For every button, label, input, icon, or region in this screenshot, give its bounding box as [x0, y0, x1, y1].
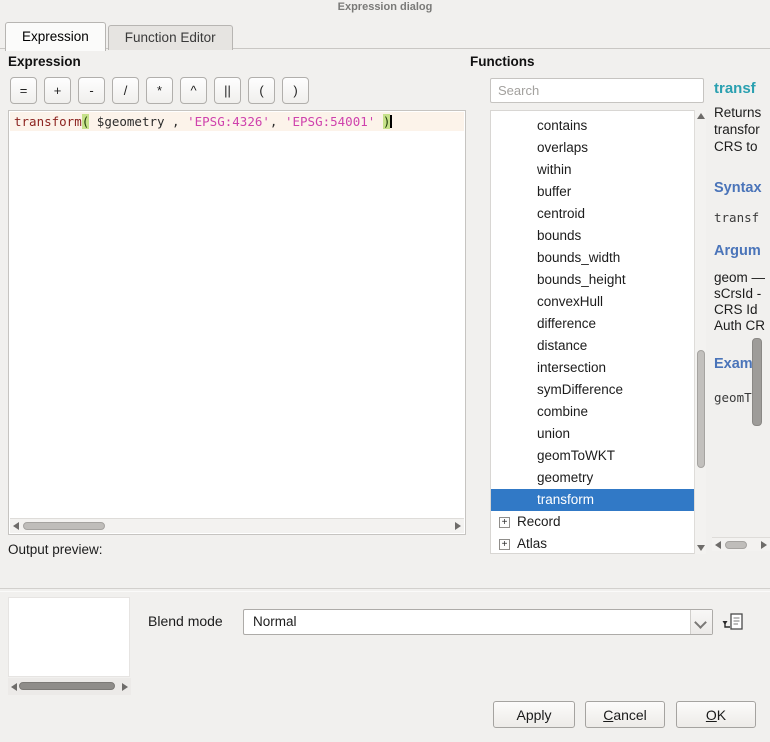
- help-text-line: sCrsId -: [714, 286, 765, 302]
- scroll-left-icon[interactable]: [11, 683, 17, 691]
- expression-dialog: Expression dialog Expression Function Ed…: [0, 0, 770, 742]
- function-list-item[interactable]: geometry: [491, 467, 695, 489]
- code-argument: $geometry ,: [89, 114, 187, 129]
- function-list-item[interactable]: geomToWKT: [491, 445, 695, 467]
- function-list-item[interactable]: combine: [491, 401, 695, 423]
- operator-button[interactable]: *: [146, 77, 173, 104]
- help-hscrollbar[interactable]: [712, 537, 770, 551]
- code-separator: ,: [270, 114, 285, 129]
- function-list-item[interactable]: within: [491, 159, 695, 181]
- code-string-2: 'EPSG:54001': [285, 114, 375, 129]
- help-text-line: Returns: [714, 104, 761, 121]
- text-cursor: [390, 115, 392, 128]
- expand-plus-icon[interactable]: +: [499, 539, 510, 550]
- operator-button[interactable]: -: [78, 77, 105, 104]
- help-example-code: geomT: [714, 390, 752, 405]
- function-list-item[interactable]: convexHull: [491, 291, 695, 313]
- preview-hscrollbar[interactable]: [8, 678, 131, 695]
- symbol-preview: [8, 597, 130, 677]
- chevron-down-icon: [694, 616, 707, 629]
- ok-button[interactable]: OK: [676, 701, 756, 728]
- function-list-item[interactable]: intersection: [491, 357, 695, 379]
- function-list-item[interactable]: symDifference: [491, 379, 695, 401]
- scroll-left-icon[interactable]: [13, 522, 19, 530]
- apply-button[interactable]: Apply: [493, 701, 575, 728]
- function-list[interactable]: containsoverlapswithinbuffercentroidboun…: [490, 110, 706, 554]
- function-list-item[interactable]: bounds_width: [491, 247, 695, 269]
- operator-button[interactable]: ^: [180, 77, 207, 104]
- operator-button[interactable]: /: [112, 77, 139, 104]
- tab-function-editor[interactable]: Function Editor: [108, 25, 233, 50]
- operator-button[interactable]: =: [10, 77, 37, 104]
- help-text-line: CRS to: [714, 138, 761, 155]
- help-description: ReturnstransforCRS to: [714, 104, 761, 155]
- scroll-right-icon[interactable]: [761, 541, 767, 549]
- section-divider: [0, 588, 770, 592]
- search-input[interactable]: [490, 78, 704, 103]
- function-list-item[interactable]: overlaps: [491, 137, 695, 159]
- blend-mode-label: Blend mode: [148, 613, 223, 629]
- data-defined-override-button[interactable]: [722, 610, 746, 634]
- function-list-scroll-thumb[interactable]: [697, 350, 705, 468]
- help-syntax-code: transf: [714, 210, 759, 225]
- help-text-line: geom —: [714, 270, 765, 286]
- function-list-item[interactable]: bounds: [491, 225, 695, 247]
- function-list-item[interactable]: contains: [491, 115, 695, 137]
- function-list-item[interactable]: buffer: [491, 181, 695, 203]
- help-text-line: transfor: [714, 121, 761, 138]
- help-text-line: CRS Id: [714, 302, 765, 318]
- blend-mode-value: Normal: [253, 610, 297, 634]
- window-title: Expression dialog: [0, 1, 770, 13]
- editor-hscrollbar[interactable]: [10, 518, 464, 533]
- preview-hscroll-thumb[interactable]: [19, 682, 115, 690]
- function-list-item[interactable]: centroid: [491, 203, 695, 225]
- help-syntax-heading: Syntax: [714, 180, 762, 196]
- operator-toolbar: = +-/ * ^ || (): [10, 77, 309, 104]
- code-space: [375, 114, 383, 129]
- operator-button[interactable]: +: [44, 77, 71, 104]
- combobox-drop-section[interactable]: [690, 610, 712, 634]
- blend-mode-combobox[interactable]: Normal: [243, 609, 713, 635]
- help-vscroll-thumb[interactable]: [752, 338, 762, 426]
- scroll-down-icon[interactable]: [697, 545, 705, 551]
- help-text-line: Auth CR: [714, 318, 765, 334]
- help-arguments: geom —sCrsId -CRS IdAuth CR: [714, 270, 765, 334]
- function-list-item[interactable]: difference: [491, 313, 695, 335]
- function-group-label: Record: [517, 511, 561, 533]
- function-list-scrollbar[interactable]: [694, 110, 706, 554]
- help-arguments-heading: Argum: [714, 243, 761, 259]
- function-group-label: Atlas: [517, 533, 547, 554]
- function-list-item[interactable]: transform: [491, 489, 695, 511]
- scroll-up-icon[interactable]: [697, 113, 705, 119]
- code-close-paren: ): [383, 114, 391, 129]
- help-hscroll-thumb[interactable]: [725, 541, 747, 549]
- expression-code-line: transform( $geometry , 'EPSG:4326', 'EPS…: [10, 112, 464, 131]
- scroll-left-icon[interactable]: [715, 541, 721, 549]
- operator-button[interactable]: ||: [214, 77, 241, 104]
- tab-expression[interactable]: Expression: [5, 22, 106, 51]
- editor-hscroll-thumb[interactable]: [23, 522, 105, 530]
- expression-editor[interactable]: transform( $geometry , 'EPSG:4326', 'EPS…: [8, 110, 466, 535]
- function-list-item[interactable]: distance: [491, 335, 695, 357]
- cancel-button[interactable]: Cancel: [585, 701, 665, 728]
- override-icon: [722, 610, 746, 634]
- scroll-right-icon[interactable]: [455, 522, 461, 530]
- output-preview-label: Output preview:: [8, 542, 103, 557]
- code-string-1: 'EPSG:4326': [187, 114, 270, 129]
- operator-button[interactable]: ): [282, 77, 309, 104]
- scroll-right-icon[interactable]: [122, 683, 128, 691]
- function-list-item[interactable]: bounds_height: [491, 269, 695, 291]
- function-list-item[interactable]: union: [491, 423, 695, 445]
- function-group-item[interactable]: + Record: [491, 511, 705, 533]
- expression-heading: Expression: [8, 54, 81, 69]
- help-function-title: transf: [714, 80, 756, 97]
- operator-button[interactable]: (: [248, 77, 275, 104]
- expand-plus-icon[interactable]: +: [499, 517, 510, 528]
- tab-bar: Expression Function Editor: [5, 21, 235, 50]
- function-group-item[interactable]: + Atlas: [491, 533, 705, 554]
- functions-heading: Functions: [470, 54, 535, 69]
- code-function-name: transform: [14, 114, 82, 129]
